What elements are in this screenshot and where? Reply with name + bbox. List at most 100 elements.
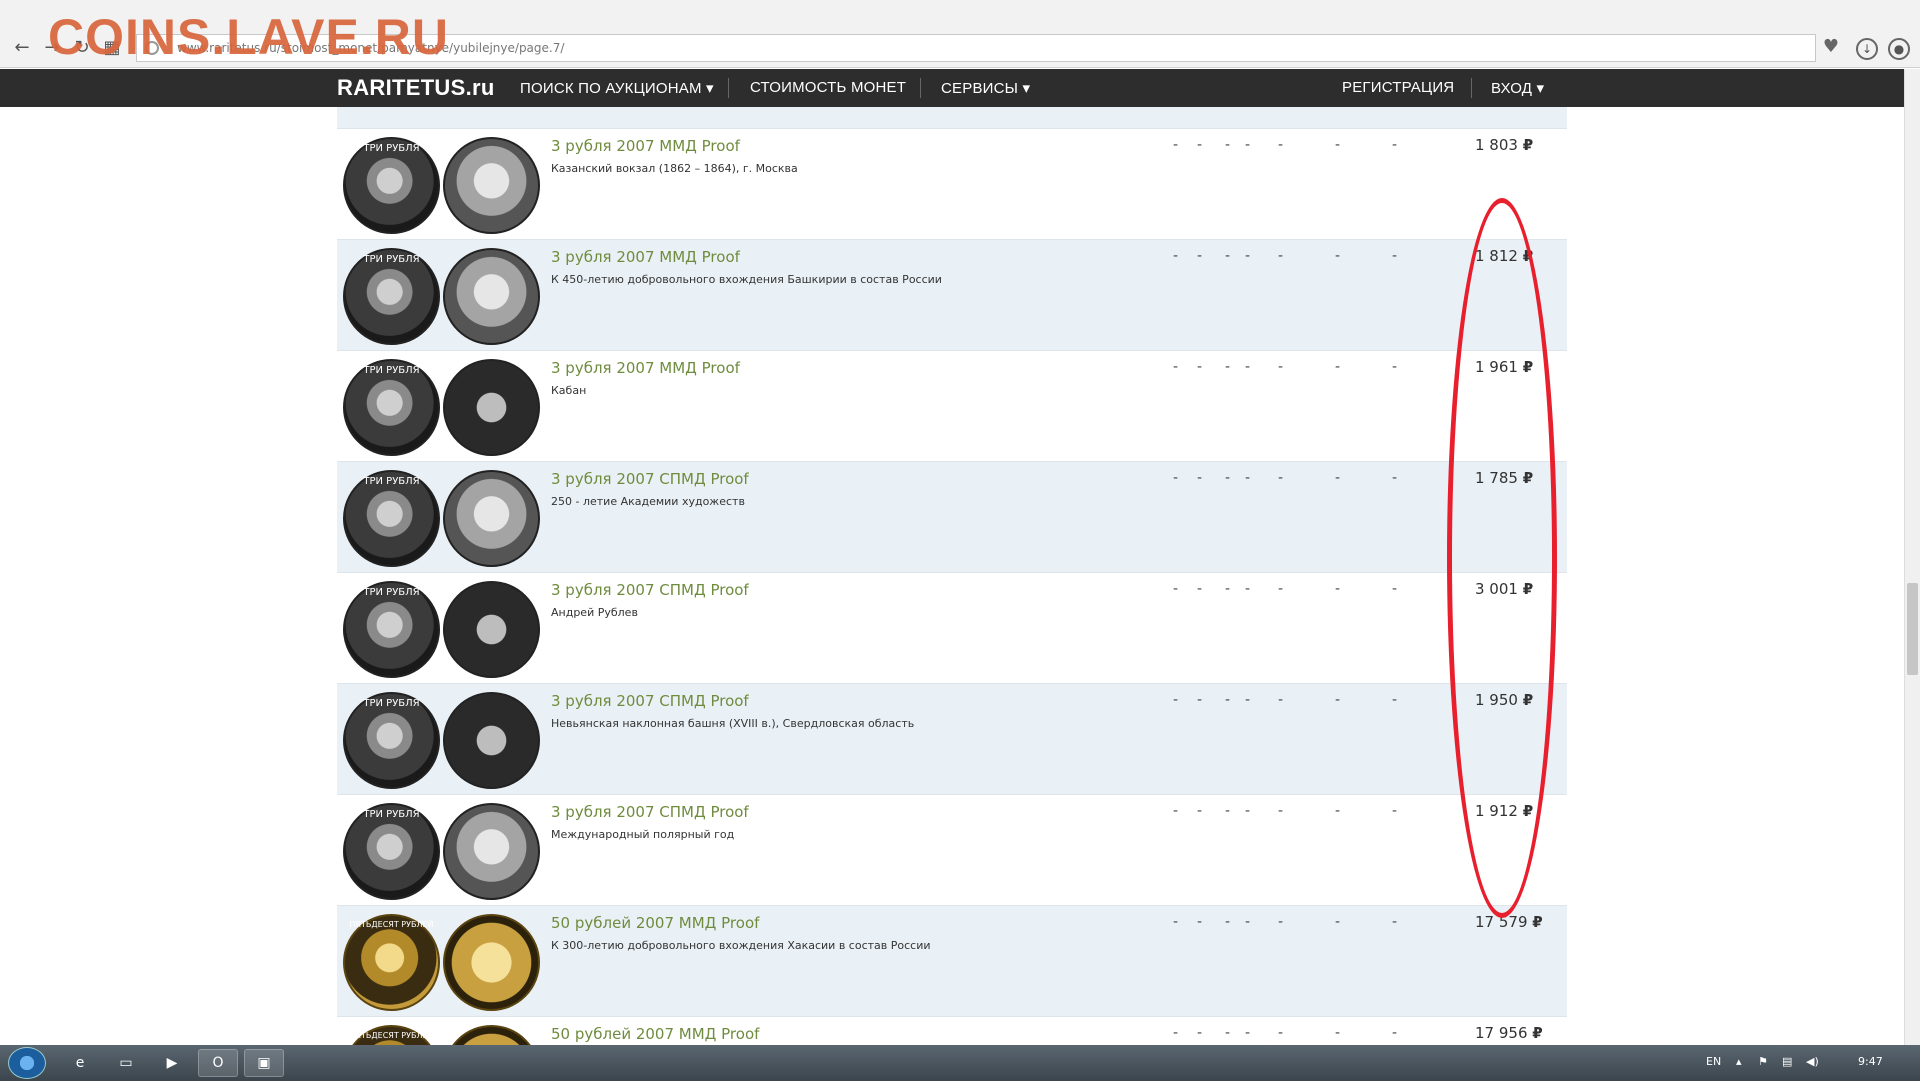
- opera-icon[interactable]: O: [198, 1049, 238, 1077]
- ruble-sign: ₽: [1532, 1024, 1543, 1042]
- coin-obverse-label: ТРИ РУБЛЯ: [363, 143, 420, 154]
- nav-divider: [920, 78, 921, 98]
- empty-value-dash: -: [1197, 1025, 1203, 1041]
- folder-icon[interactable]: ▭: [106, 1049, 146, 1077]
- coin-obverse-image[interactable]: ТРИ РУБЛЯ: [343, 248, 440, 345]
- site-logo[interactable]: RARITETUS.ru: [337, 75, 495, 101]
- action-center-flag-icon[interactable]: ⚑: [1758, 1055, 1768, 1068]
- empty-value-dash: -: [1173, 581, 1179, 597]
- empty-value-dash: -: [1335, 470, 1341, 486]
- network-icon[interactable]: ▤: [1782, 1055, 1792, 1068]
- nav-coin-value[interactable]: СТОИМОСТЬ МОНЕТ: [750, 79, 906, 96]
- empty-value-dash: -: [1278, 914, 1284, 930]
- table-row[interactable]: ПЯТЬДЕСЯТ РУБЛЕЙ 50 рублей 2007 ММД Proof…: [337, 906, 1567, 1017]
- empty-value-dash: -: [1278, 248, 1284, 264]
- table-row[interactable]: ТРИ РУБЛЯ 3 рубля 2007 ММД Proof Кабан - - - -…: [337, 351, 1567, 462]
- coin-reverse-image[interactable]: [443, 1025, 540, 1045]
- coin-description: К 450-летию добровольного вхождения Башк…: [551, 273, 942, 286]
- empty-value-dash: -: [1225, 803, 1231, 819]
- nav-register[interactable]: РЕГИСТРАЦИЯ: [1342, 79, 1454, 96]
- empty-value-dash: -: [1392, 470, 1398, 486]
- nav-services[interactable]: СЕРВИСЫ ▾: [941, 79, 1030, 97]
- save-app-icon[interactable]: ▣: [244, 1049, 284, 1077]
- coin-obverse-image[interactable]: ТРИ РУБЛЯ: [343, 581, 440, 678]
- coin-obverse-image[interactable]: ТРИ РУБЛЯ: [343, 692, 440, 789]
- coin-reverse-image[interactable]: [443, 803, 540, 900]
- empty-value-dash: -: [1225, 359, 1231, 375]
- table-row[interactable]: ТРИ РУБЛЯ 3 рубля 2007 СПМД Proof Андрей Р…: [337, 573, 1567, 684]
- coin-obverse-image[interactable]: ТРИ РУБЛЯ: [343, 137, 440, 234]
- coin-title-link[interactable]: 3 рубля 2007 СПМД Proof: [551, 803, 749, 821]
- empty-value-dash: -: [1278, 692, 1284, 708]
- coin-title-link[interactable]: 50 рублей 2007 ММД Proof: [551, 914, 759, 932]
- empty-value-dash: -: [1173, 692, 1179, 708]
- coin-obverse-image[interactable]: ТРИ РУБЛЯ: [343, 470, 440, 567]
- empty-value-dash: -: [1392, 359, 1398, 375]
- empty-value-dash: -: [1197, 359, 1203, 375]
- coin-reverse-image[interactable]: [443, 581, 540, 678]
- nav-login[interactable]: ВХОД ▾: [1491, 79, 1544, 97]
- coin-reverse-image[interactable]: [443, 914, 540, 1011]
- language-indicator[interactable]: EN: [1706, 1055, 1721, 1068]
- empty-value-dash: -: [1173, 470, 1179, 486]
- coin-description: Казанский вокзал (1862 – 1864), г. Москв…: [551, 162, 798, 175]
- coin-obverse-image[interactable]: ТРИ РУБЛЯ: [343, 359, 440, 456]
- coin-obverse-label: ПЯТЬДЕСЯТ РУБЛЕЙ: [349, 1031, 434, 1040]
- account-icon[interactable]: ●: [1888, 38, 1910, 60]
- page-scrollbar[interactable]: [1904, 69, 1920, 1045]
- empty-value-dash: -: [1278, 803, 1284, 819]
- coin-title-link[interactable]: 3 рубля 2007 ММД Proof: [551, 248, 740, 266]
- site-navbar: RARITETUS.ru ПОИСК ПО АУКЦИОНАМ ▾ СТОИМО…: [0, 69, 1904, 107]
- ie-icon[interactable]: e: [60, 1049, 100, 1077]
- coin-title-link[interactable]: 3 рубля 2007 СПМД Proof: [551, 470, 749, 488]
- clock[interactable]: 9:47: [1858, 1055, 1883, 1068]
- coin-obverse-image[interactable]: ТРИ РУБЛЯ: [343, 803, 440, 900]
- table-row[interactable]: ПЯТЬДЕСЯТ РУБЛЕЙ 50 рублей 2007 ММД Proof…: [337, 1017, 1567, 1045]
- table-row[interactable]: ТРИ РУБЛЯ 3 рубля 2007 СПМД Proof Невьянск…: [337, 684, 1567, 795]
- favorites-heart-icon[interactable]: ♥: [1820, 38, 1842, 60]
- empty-value-dash: -: [1173, 914, 1179, 930]
- ruble-sign: ₽: [1522, 136, 1534, 154]
- empty-value-dash: -: [1197, 470, 1203, 486]
- start-button[interactable]: [8, 1047, 46, 1079]
- back-icon[interactable]: ←: [10, 36, 34, 60]
- coin-obverse-image[interactable]: ПЯТЬДЕСЯТ РУБЛЕЙ: [343, 1025, 440, 1045]
- scroll-thumb[interactable]: [1907, 583, 1918, 675]
- table-row[interactable]: ТРИ РУБЛЯ 3 рубля 2007 СПМД Proof 250 - ле…: [337, 462, 1567, 573]
- empty-value-dash: -: [1245, 581, 1251, 597]
- coin-obverse-image[interactable]: ПЯТЬДЕСЯТ РУБЛЕЙ: [343, 914, 440, 1011]
- empty-value-dash: -: [1225, 692, 1231, 708]
- show-hidden-icons-icon[interactable]: ▴: [1736, 1055, 1742, 1068]
- empty-value-dash: -: [1197, 692, 1203, 708]
- table-row[interactable]: ТРИ РУБЛЯ 3 рубля 2007 ММД Proof Казанский…: [337, 129, 1567, 240]
- media-player-icon[interactable]: ▶: [152, 1049, 192, 1077]
- nav-divider: [728, 78, 729, 98]
- table-row[interactable]: ТРИ РУБЛЯ 3 рубля 2007 СПМД Proof Междунар…: [337, 795, 1567, 906]
- coin-title-link[interactable]: 3 рубля 2007 ММД Proof: [551, 359, 740, 377]
- download-icon[interactable]: ↓: [1856, 38, 1878, 60]
- empty-value-dash: -: [1173, 137, 1179, 153]
- empty-value-dash: -: [1197, 581, 1203, 597]
- coin-reverse-image[interactable]: [443, 470, 540, 567]
- coin-obverse-label: ТРИ РУБЛЯ: [363, 365, 420, 376]
- coin-reverse-image[interactable]: [443, 692, 540, 789]
- coin-title-link[interactable]: 3 рубля 2007 СПМД Proof: [551, 581, 749, 599]
- coin-price: 17 956 ₽: [1475, 1024, 1543, 1042]
- nav-divider: [1471, 78, 1472, 98]
- table-row[interactable]: ТРИ РУБЛЯ 3 рубля 2007 ММД Proof К 450-лет…: [337, 240, 1567, 351]
- empty-value-dash: -: [1392, 581, 1398, 597]
- coin-title-link[interactable]: 50 рублей 2007 ММД Proof: [551, 1025, 759, 1043]
- empty-value-dash: -: [1225, 581, 1231, 597]
- empty-value-dash: -: [1173, 359, 1179, 375]
- empty-value-dash: -: [1245, 1025, 1251, 1041]
- coin-title-link[interactable]: 3 рубля 2007 СПМД Proof: [551, 692, 749, 710]
- nav-auction-search[interactable]: ПОИСК ПО АУКЦИОНАМ ▾: [520, 79, 714, 97]
- coin-title-link[interactable]: 3 рубля 2007 ММД Proof: [551, 137, 740, 155]
- coin-reverse-image[interactable]: [443, 359, 540, 456]
- volume-icon[interactable]: ◀): [1806, 1055, 1819, 1068]
- empty-value-dash: -: [1278, 581, 1284, 597]
- coin-reverse-image[interactable]: [443, 137, 540, 234]
- coin-reverse-image[interactable]: [443, 248, 540, 345]
- coin-obverse-label: ТРИ РУБЛЯ: [363, 809, 420, 820]
- empty-value-dash: -: [1278, 470, 1284, 486]
